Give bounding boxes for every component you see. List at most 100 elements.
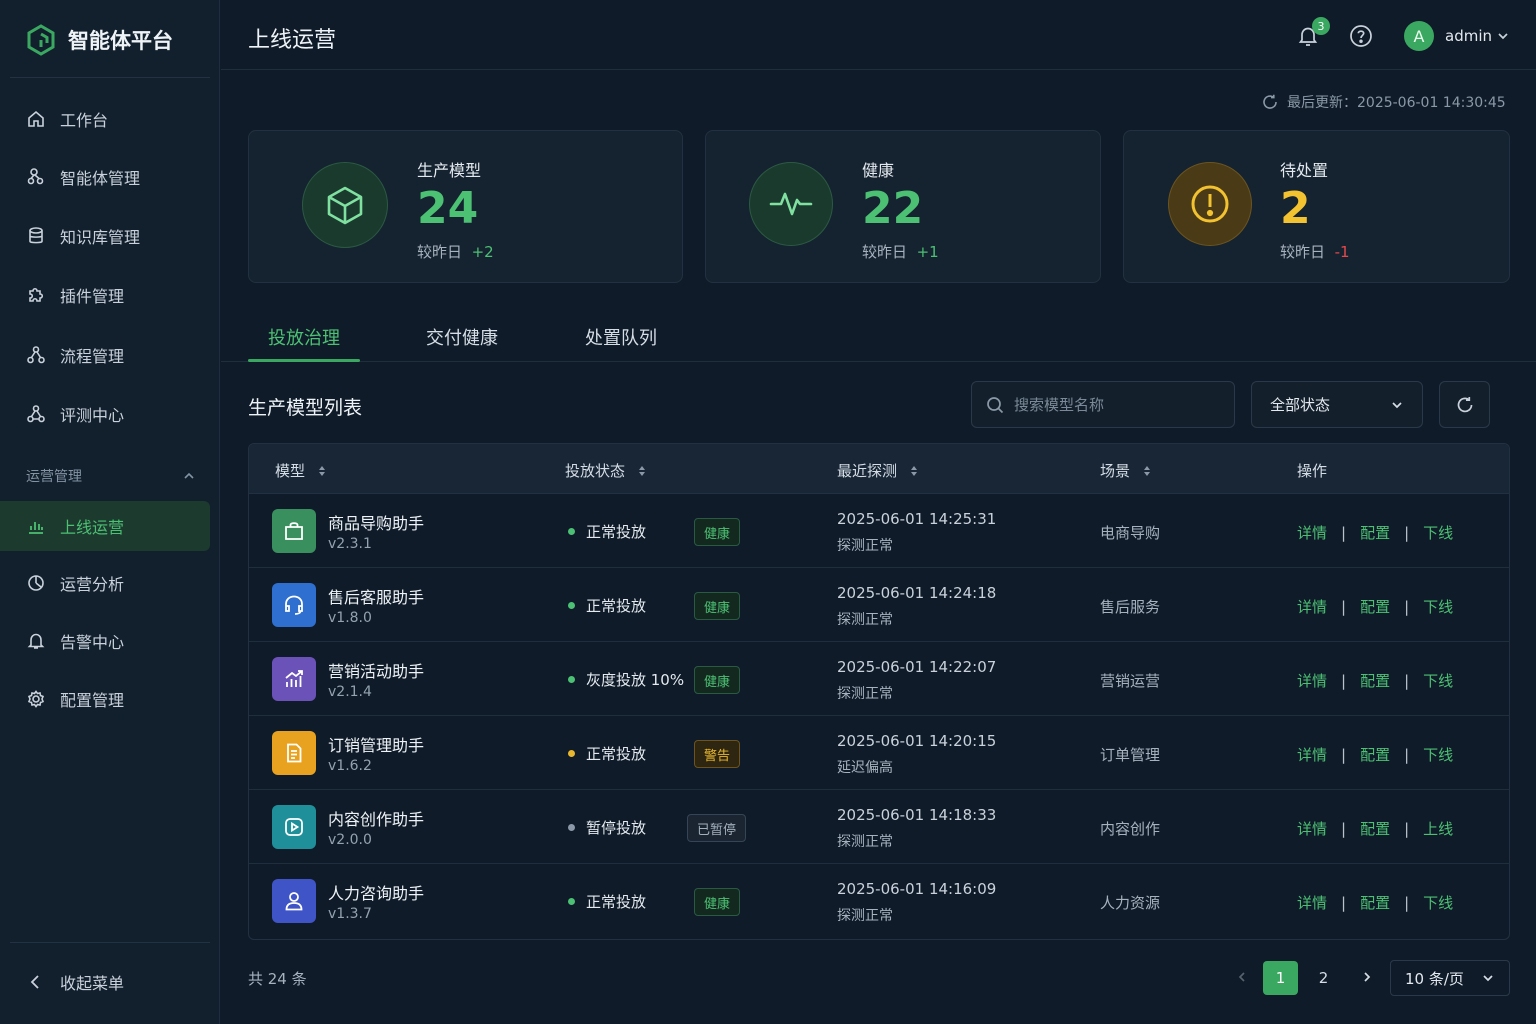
- column-header-model[interactable]: 模型: [275, 460, 327, 481]
- status-dot: [568, 750, 575, 757]
- avatar[interactable]: A: [1404, 21, 1434, 51]
- main-content: 上线运营 3 A admin 最后更新：2025-06-01 14:30:45 …: [221, 0, 1536, 1024]
- page-size-value: 10 条/页: [1405, 969, 1464, 988]
- sidebar-item-workbench[interactable]: 工作台: [0, 94, 210, 144]
- refresh-icon[interactable]: [1261, 93, 1279, 111]
- sidebar-item-plugins[interactable]: 插件管理: [0, 270, 210, 320]
- page-button-1[interactable]: 1: [1263, 961, 1298, 995]
- model-name[interactable]: 订销管理助手: [328, 732, 424, 756]
- sort-icon: [319, 465, 326, 476]
- model-name[interactable]: 人力咨询助手: [328, 880, 424, 904]
- eval-icon: [27, 405, 45, 423]
- collapse-menu-button[interactable]: 收起菜单: [0, 957, 210, 1007]
- status-dot: [568, 898, 575, 905]
- detail-link[interactable]: 详情: [1297, 744, 1327, 765]
- user-name[interactable]: admin: [1445, 27, 1492, 45]
- detail-link[interactable]: 详情: [1297, 670, 1327, 691]
- model-icon: [272, 805, 316, 849]
- offline-link[interactable]: 下线: [1423, 522, 1453, 543]
- row-actions: 详情 | 配置 | 下线: [1297, 744, 1453, 765]
- probe-time: 2025-06-01 14:22:07: [837, 658, 997, 676]
- online-link[interactable]: 上线: [1423, 818, 1453, 839]
- probe-status: 延迟偏高: [837, 760, 893, 776]
- page-title: 上线运营: [248, 28, 337, 53]
- offline-link[interactable]: 下线: [1423, 744, 1453, 765]
- sidebar-item-label: 告警中心: [60, 633, 125, 652]
- sidebar-item-label: 工作台: [60, 111, 109, 130]
- help-icon[interactable]: [1349, 24, 1373, 48]
- logo[interactable]: 智能体平台: [26, 24, 173, 56]
- tab-placement-governance[interactable]: 投放治理: [268, 324, 340, 350]
- placement-status: 正常投放: [586, 597, 647, 615]
- sidebar-item-flows[interactable]: 流程管理: [0, 330, 210, 380]
- status-dot: [568, 602, 575, 609]
- chevron-down-icon[interactable]: [1496, 29, 1510, 43]
- detail-link[interactable]: 详情: [1297, 818, 1327, 839]
- search-icon: [987, 396, 1004, 413]
- model-icon: [272, 731, 316, 775]
- status-badge: 警告: [694, 740, 741, 768]
- stat-delta: 较昨日 +1: [862, 241, 939, 262]
- sidebar-item-config[interactable]: 配置管理: [0, 674, 210, 724]
- config-link[interactable]: 配置: [1360, 670, 1390, 691]
- offline-link[interactable]: 下线: [1423, 670, 1453, 691]
- config-link[interactable]: 配置: [1360, 892, 1390, 913]
- probe-status: 探测正常: [837, 612, 893, 628]
- detail-link[interactable]: 详情: [1297, 892, 1327, 913]
- column-header-status[interactable]: 投放状态: [565, 460, 647, 481]
- sidebar-item-label: 上线运营: [60, 518, 125, 537]
- status-filter-select[interactable]: 全部状态: [1251, 381, 1423, 428]
- config-link[interactable]: 配置: [1360, 744, 1390, 765]
- sidebar-group-operations[interactable]: 运营管理: [26, 466, 196, 486]
- column-header-label: 场景: [1100, 462, 1131, 480]
- tab-handling-queue[interactable]: 处置队列: [585, 324, 657, 350]
- sidebar-item-online-ops[interactable]: 上线运营: [0, 501, 210, 551]
- model-name[interactable]: 内容创作助手: [328, 806, 424, 830]
- column-header-scene[interactable]: 场景: [1100, 460, 1152, 481]
- placement-status: 正常投放: [586, 893, 647, 911]
- sidebar-divider: [10, 77, 210, 78]
- chevron-up-icon: [184, 472, 194, 479]
- config-link[interactable]: 配置: [1360, 818, 1390, 839]
- sidebar-item-agents[interactable]: 智能体管理: [0, 152, 210, 202]
- sidebar-item-label: 知识库管理: [60, 228, 141, 247]
- column-header-label: 投放状态: [565, 462, 626, 480]
- model-icon: [272, 509, 316, 553]
- action-separator: |: [1341, 819, 1347, 838]
- cube-icon: [327, 186, 363, 225]
- chevron-right-icon: [1364, 972, 1371, 982]
- prev-page-button[interactable]: [1229, 963, 1255, 991]
- tab-delivery-health[interactable]: 交付健康: [426, 324, 498, 350]
- offline-link[interactable]: 下线: [1423, 596, 1453, 617]
- config-link[interactable]: 配置: [1360, 522, 1390, 543]
- sidebar-item-alerts[interactable]: 告警中心: [0, 616, 210, 666]
- model-name[interactable]: 商品导购助手: [328, 510, 424, 534]
- status-badge: 健康: [694, 888, 741, 916]
- sidebar-item-ops-analysis[interactable]: 运营分析: [0, 558, 210, 608]
- sidebar-item-label: 评测中心: [60, 406, 125, 425]
- page-button-2[interactable]: 2: [1306, 961, 1341, 995]
- model-name[interactable]: 营销活动助手: [328, 658, 424, 682]
- refresh-button[interactable]: [1439, 381, 1490, 428]
- action-separator: |: [1404, 745, 1410, 764]
- column-header-probe[interactable]: 最近探测: [837, 460, 919, 481]
- next-page-button[interactable]: [1354, 963, 1380, 991]
- model-icon: [272, 583, 316, 627]
- config-link[interactable]: 配置: [1360, 596, 1390, 617]
- user-icon: [285, 892, 303, 911]
- refresh-icon: [1457, 396, 1472, 412]
- page-size-select[interactable]: 10 条/页: [1390, 960, 1510, 996]
- bar-chart-icon: [29, 522, 43, 534]
- puzzle-icon: [29, 287, 44, 302]
- scene: 人力资源: [1100, 894, 1161, 912]
- status-dot: [568, 528, 575, 535]
- sidebar-item-evaluation[interactable]: 评测中心: [0, 389, 210, 439]
- detail-link[interactable]: 详情: [1297, 596, 1327, 617]
- model-name[interactable]: 售后客服助手: [328, 584, 424, 608]
- offline-link[interactable]: 下线: [1423, 892, 1453, 913]
- status-dot: [568, 676, 575, 683]
- detail-link[interactable]: 详情: [1297, 522, 1327, 543]
- sidebar-item-knowledge[interactable]: 知识库管理: [0, 211, 210, 261]
- search-input[interactable]: [1014, 395, 1214, 414]
- placement-status: 正常投放: [586, 523, 647, 541]
